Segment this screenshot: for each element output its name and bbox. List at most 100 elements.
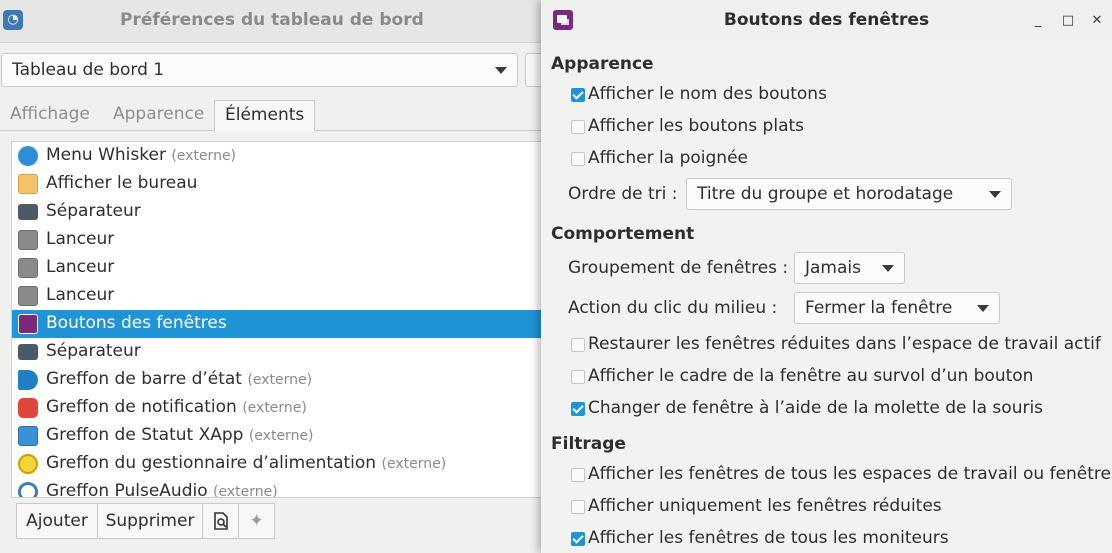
all-workspaces-checkbox[interactable]: [571, 468, 585, 482]
list-item-suffix: (externe): [381, 456, 447, 472]
megaphone-icon: [18, 370, 38, 390]
grouping-select[interactable]: Jamais: [794, 252, 905, 284]
add-item-button[interactable]: Ajouter: [16, 503, 98, 539]
chevron-down-icon: [977, 305, 989, 312]
list-item[interactable]: Greffon PulseAudio (externe): [12, 478, 545, 498]
mouse-wheel-checkbox[interactable]: [571, 402, 585, 416]
chevron-down-icon: [882, 265, 894, 272]
list-item-suffix: (externe): [213, 484, 278, 498]
list-item-label: Séparateur: [46, 201, 141, 221]
appearance-heading: Apparence: [551, 54, 654, 74]
all-monitors-checkbox[interactable]: [571, 532, 585, 546]
all-monitors-label: Afficher les fenêtres de tous les monite…: [588, 528, 949, 548]
list-item-suffix: (externe): [248, 428, 314, 444]
close-button[interactable]: ✕: [1086, 10, 1108, 32]
list-item-label: Greffon du gestionnaire d’alimentation: [46, 453, 377, 473]
middle-click-label: Action du clic du milieu :: [568, 298, 778, 318]
list-item[interactable]: Menu Whisker (externe): [12, 142, 545, 170]
list-item-label: Séparateur: [46, 341, 141, 361]
show-handle-label: Afficher la poignée: [588, 148, 748, 168]
flat-buttons-label: Afficher les boutons plats: [588, 116, 805, 136]
panel-items-list[interactable]: Menu Whisker (externe) Afficher le burea…: [11, 141, 546, 498]
prefs-titlebar: ◔ Préférences du tableau de bord: [0, 0, 546, 43]
middle-click-select[interactable]: Fermer la fenêtre: [794, 292, 1000, 324]
list-item-suffix: (externe): [247, 372, 313, 388]
list-item-suffix: (externe): [242, 400, 307, 416]
list-item-label: Greffon de barre d’état: [46, 369, 242, 389]
grouping-label: Groupement de fenêtres :: [568, 258, 789, 278]
separator-icon: [18, 344, 38, 360]
panel-select[interactable]: Tableau de bord 1: [1, 53, 518, 87]
list-item-label: Greffon PulseAudio: [46, 481, 208, 498]
list-item-selected[interactable]: Boutons des fenêtres: [12, 310, 545, 338]
list-item[interactable]: Greffon de barre d’état (externe): [12, 366, 545, 394]
panel-preferences-window: ◔ Préférences du tableau de bord Tableau…: [0, 0, 555, 553]
sparkle-icon: ✦: [249, 511, 264, 531]
list-item-label: Menu Whisker: [46, 145, 166, 165]
list-item[interactable]: Greffon de notification (externe): [12, 394, 545, 422]
power-manager-icon: [18, 454, 38, 474]
show-names-checkbox[interactable]: [571, 88, 585, 102]
window-buttons-dialog: Boutons des fenêtres _ □ ✕ Apparence Aff…: [541, 0, 1112, 553]
list-item-label: Lanceur: [46, 285, 115, 305]
list-item[interactable]: Séparateur: [12, 338, 545, 366]
filtering-heading: Filtrage: [551, 434, 626, 454]
window-buttons-icon: [18, 314, 38, 334]
document-search-icon: [213, 512, 228, 530]
middle-click-value: Fermer la fenêtre: [805, 298, 953, 318]
sort-order-label: Ordre de tri :: [568, 184, 678, 204]
launcher-icon: [18, 230, 38, 250]
list-item-label: Afficher le bureau: [46, 173, 198, 193]
flat-buttons-checkbox[interactable]: [571, 120, 585, 134]
list-item-suffix: (externe): [171, 148, 237, 164]
sort-order-value: Titre du groupe et horodatage: [697, 184, 954, 204]
panel-select-value: Tableau de bord 1: [12, 60, 165, 80]
list-item-label: Lanceur: [46, 229, 115, 249]
notification-bell-icon: [18, 398, 38, 418]
panel-settings-icon: ◔: [3, 10, 23, 30]
list-item[interactable]: Lanceur: [12, 254, 545, 282]
sort-order-select[interactable]: Titre du groupe et horodatage: [686, 178, 1012, 210]
chevron-down-icon: [495, 67, 507, 74]
prefs-tabs: Affichage Apparence Éléments: [0, 100, 546, 131]
hover-frame-label: Afficher le cadre de la fenêtre au survo…: [588, 366, 1034, 386]
maximize-button[interactable]: □: [1057, 10, 1079, 32]
list-item[interactable]: Lanceur: [12, 226, 545, 254]
grouping-value: Jamais: [805, 258, 861, 278]
mouse-wheel-label: Changer de fenêtre à l’aide de la molett…: [588, 398, 1044, 418]
launcher-icon: [18, 258, 38, 278]
launcher-icon: [18, 286, 38, 306]
list-item-label: Lanceur: [46, 257, 115, 277]
behaviour-heading: Comportement: [551, 224, 695, 244]
list-item[interactable]: Séparateur: [12, 198, 545, 226]
list-item[interactable]: Greffon de Statut XApp (externe): [12, 422, 545, 450]
chevron-down-icon: [989, 191, 1001, 198]
separator-icon: [18, 204, 38, 220]
show-desktop-icon: [18, 174, 38, 194]
all-workspaces-label: Afficher les fenêtres de tous les espace…: [588, 464, 1112, 484]
tab-items[interactable]: Éléments: [214, 100, 316, 131]
dialog-titlebar: Boutons des fenêtres _ □ ✕: [541, 0, 1112, 42]
list-item[interactable]: Lanceur: [12, 282, 545, 310]
minimize-button[interactable]: _: [1027, 10, 1049, 32]
only-minimized-label: Afficher uniquement les fenêtres réduite…: [588, 496, 942, 516]
restore-minimized-checkbox[interactable]: [571, 338, 585, 352]
list-item-label: Boutons des fenêtres: [46, 313, 227, 333]
only-minimized-checkbox[interactable]: [571, 500, 585, 514]
restore-minimized-label: Restaurer les fenêtres réduites dans l’e…: [588, 334, 1101, 354]
item-properties-button[interactable]: [202, 503, 239, 539]
xapp-status-icon: [18, 426, 38, 446]
list-item-label: Greffon de notification: [46, 397, 237, 417]
list-item[interactable]: Afficher le bureau: [12, 170, 545, 198]
whisker-menu-icon: [18, 146, 38, 166]
list-item-label: Greffon de Statut XApp: [46, 425, 244, 445]
show-names-label: Afficher le nom des boutons: [588, 84, 827, 104]
about-item-button[interactable]: ✦: [238, 503, 275, 539]
remove-item-button[interactable]: Supprimer: [97, 503, 203, 539]
list-item[interactable]: Greffon du gestionnaire d’alimentation (…: [12, 450, 545, 478]
tab-appearance[interactable]: Apparence: [103, 100, 214, 129]
show-handle-checkbox[interactable]: [571, 152, 585, 166]
tab-display[interactable]: Affichage: [0, 100, 100, 129]
prefs-window-title: Préférences du tableau de bord: [120, 10, 424, 30]
hover-frame-checkbox[interactable]: [571, 370, 585, 384]
